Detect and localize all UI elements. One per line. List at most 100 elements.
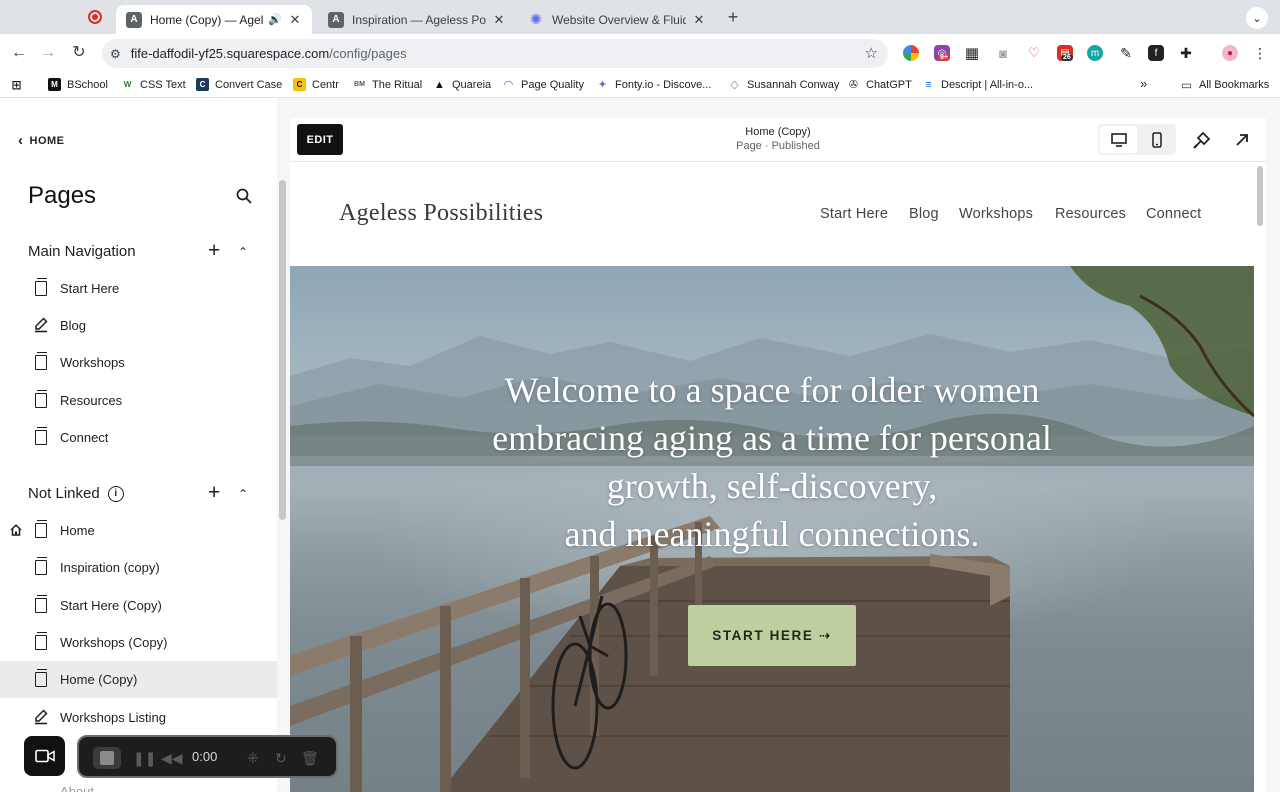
back-home-link[interactable]: ‹ HOME <box>18 132 65 149</box>
apps-grid-icon[interactable]: ⊞ <box>10 78 29 92</box>
page-row-workshops-listing[interactable]: Workshops Listing <box>0 699 277 736</box>
page-row-workshops[interactable]: Workshops <box>0 344 277 381</box>
bookmark-quareia[interactable]: ▲ Quareia <box>433 78 491 91</box>
desktop-icon <box>1110 132 1127 147</box>
speaker-icon[interactable]: 🔊 <box>268 13 282 26</box>
mobile-icon <box>1151 131 1162 148</box>
recording-timer: 0:00 <box>192 749 218 764</box>
reload-icon[interactable]: ↻ <box>69 43 89 63</box>
homepage-icon <box>10 524 22 536</box>
bookmark-css-text[interactable]: W CSS Text <box>121 78 186 91</box>
grid-extension-icon[interactable]: ▦ <box>964 45 980 62</box>
extensions-puzzle-icon[interactable]: ✚ <box>1178 45 1194 61</box>
site-nav-connect[interactable]: Connect <box>1146 206 1201 222</box>
site-logo[interactable]: Ageless Possibilities <box>339 200 543 227</box>
page-icon <box>35 632 47 650</box>
bookmark-chatgpt[interactable]: ✇ ChatGPT <box>847 78 912 92</box>
bookmark-bschool[interactable]: M BSchool <box>48 78 108 91</box>
page-row-start-here-copy[interactable]: Start Here (Copy) <box>0 587 277 624</box>
descript-icon: ≡ <box>925 78 932 91</box>
camera-extension-icon[interactable]: ◙ <box>995 45 1011 61</box>
bookmark-descript[interactable]: ≡ Descript | All-in-o... <box>922 78 1033 91</box>
page-row-connect[interactable]: Connect <box>0 419 277 456</box>
bookmark-fonty[interactable]: ✦ Fonty.io - Discove... <box>596 78 712 92</box>
tab-website-overview[interactable]: ✺ Website Overview & Fluid Eng ✕ <box>518 5 716 34</box>
close-tab-icon[interactable]: ✕ <box>692 12 706 28</box>
fonty-icon: ✦ <box>597 79 608 91</box>
hero-heading: Welcome to a space for older women embra… <box>492 370 1052 554</box>
site-nav-blog[interactable]: Blog <box>909 206 939 222</box>
site-nav-resources[interactable]: Resources <box>1055 206 1126 222</box>
font-extension-icon[interactable]: f <box>1148 45 1164 61</box>
site-nav-workshops[interactable]: Workshops <box>959 206 1033 222</box>
panel-scrollbar[interactable] <box>279 180 286 520</box>
page-row-resources[interactable]: Resources <box>0 382 277 419</box>
bookmark-susannah-conway[interactable]: ◇ Susannah Conway <box>728 78 839 92</box>
eyedropper-extension-icon[interactable]: ✎ <box>1118 45 1134 61</box>
page-row-start-here[interactable]: Start Here <box>0 270 277 307</box>
tab-home-copy[interactable]: A Home (Copy) — Ageless P 🔊 ✕ <box>116 5 312 34</box>
restart-icon[interactable]: ↻ <box>275 750 287 767</box>
site-styles-brush-icon[interactable] <box>1192 130 1212 150</box>
back-arrow-icon[interactable]: ← <box>9 43 29 63</box>
bookmark-the-ritual[interactable]: BM The Ritual <box>353 78 422 91</box>
forward-arrow-icon[interactable]: → <box>38 43 58 63</box>
start-here-button[interactable]: START HERE ⇢ <box>688 605 856 666</box>
bookmark-convert-case[interactable]: C Convert Case <box>196 78 282 91</box>
color-picker-extension-icon[interactable] <box>903 45 919 61</box>
page-row-home[interactable]: Home <box>0 512 277 549</box>
pause-icon[interactable]: ❚❚ <box>133 750 156 767</box>
page-row-blog[interactable]: Blog <box>0 307 277 344</box>
recording-indicator-icon[interactable] <box>88 10 102 24</box>
site-nav-start-here[interactable]: Start Here <box>820 206 888 222</box>
convert-case-icon: C <box>196 78 209 91</box>
preview-scrollbar[interactable] <box>1257 166 1263 226</box>
tab-inspiration[interactable]: A Inspiration — Ageless Possibi ✕ <box>318 5 516 34</box>
page-icon <box>35 427 47 445</box>
browser-menu-icon[interactable]: ⋮ <box>1252 45 1268 61</box>
site-settings-icon[interactable]: ⚙ <box>110 47 121 61</box>
bookmark-centr[interactable]: C Centr <box>293 78 339 91</box>
collapse-main-nav-icon[interactable]: ⌃ <box>238 245 248 259</box>
page-icon <box>35 595 47 613</box>
recorder-camera-button[interactable] <box>24 736 65 776</box>
video-camera-icon <box>34 749 55 763</box>
main-navigation-header: Main Navigation <box>28 243 136 260</box>
open-external-arrow-icon[interactable] <box>1232 130 1252 150</box>
page-row-inspiration-copy[interactable]: Inspiration (copy) <box>0 549 277 586</box>
all-bookmarks-folder[interactable]: ▭ All Bookmarks <box>1180 78 1269 92</box>
page-row-about[interactable]: About <box>60 784 94 792</box>
search-icon[interactable] <box>236 188 252 204</box>
m-extension-icon[interactable]: m <box>1087 45 1103 61</box>
page-icon <box>35 278 47 296</box>
centr-icon: C <box>293 78 306 91</box>
rewind-icon[interactable]: ◀◀ <box>161 750 183 767</box>
trash-icon[interactable]: 🗑 <box>301 750 319 767</box>
pocket-extension-icon[interactable]: ♡ <box>1026 45 1042 61</box>
the-ritual-icon: BM <box>354 81 365 88</box>
profile-avatar[interactable]: ● <box>1222 45 1238 61</box>
bookmark-page-quality[interactable]: ◠ Page Quality <box>502 78 584 92</box>
website-preview: Ageless Possibilities Start Here Blog Wo… <box>290 162 1254 792</box>
blog-icon <box>35 709 48 725</box>
page-row-home-copy[interactable]: Home (Copy) <box>0 661 277 698</box>
bookmarks-bar: ⊞ M BSchool W CSS Text C Convert Case C Cent… <box>0 72 1280 98</box>
page-row-workshops-copy[interactable]: Workshops (Copy) <box>0 624 277 661</box>
drawing-grid-icon[interactable]: ⁜ <box>247 750 259 767</box>
new-tab-button[interactable]: + <box>724 8 742 26</box>
add-page-main-nav-button[interactable]: + <box>208 240 220 261</box>
tab-search-button[interactable]: ⌄ <box>1246 7 1268 29</box>
desktop-view-button[interactable] <box>1100 126 1137 153</box>
blog-icon <box>35 317 48 333</box>
close-tab-icon[interactable]: ✕ <box>492 12 506 28</box>
gear-favicon-icon: ✺ <box>530 11 542 27</box>
info-icon[interactable]: i <box>107 485 124 502</box>
collapse-not-linked-icon[interactable]: ⌃ <box>238 487 248 501</box>
add-page-not-linked-button[interactable]: + <box>208 482 220 503</box>
mobile-view-button[interactable] <box>1138 126 1175 153</box>
address-bar[interactable]: ⚙ fife-daffodil-yf25.squarespace.com/con… <box>102 39 888 68</box>
bookmarks-overflow-button[interactable]: » <box>1140 76 1147 91</box>
stop-recording-button[interactable] <box>93 747 121 769</box>
close-tab-icon[interactable]: ✕ <box>288 12 302 28</box>
bookmark-star-icon[interactable]: ☆ <box>865 44 878 62</box>
